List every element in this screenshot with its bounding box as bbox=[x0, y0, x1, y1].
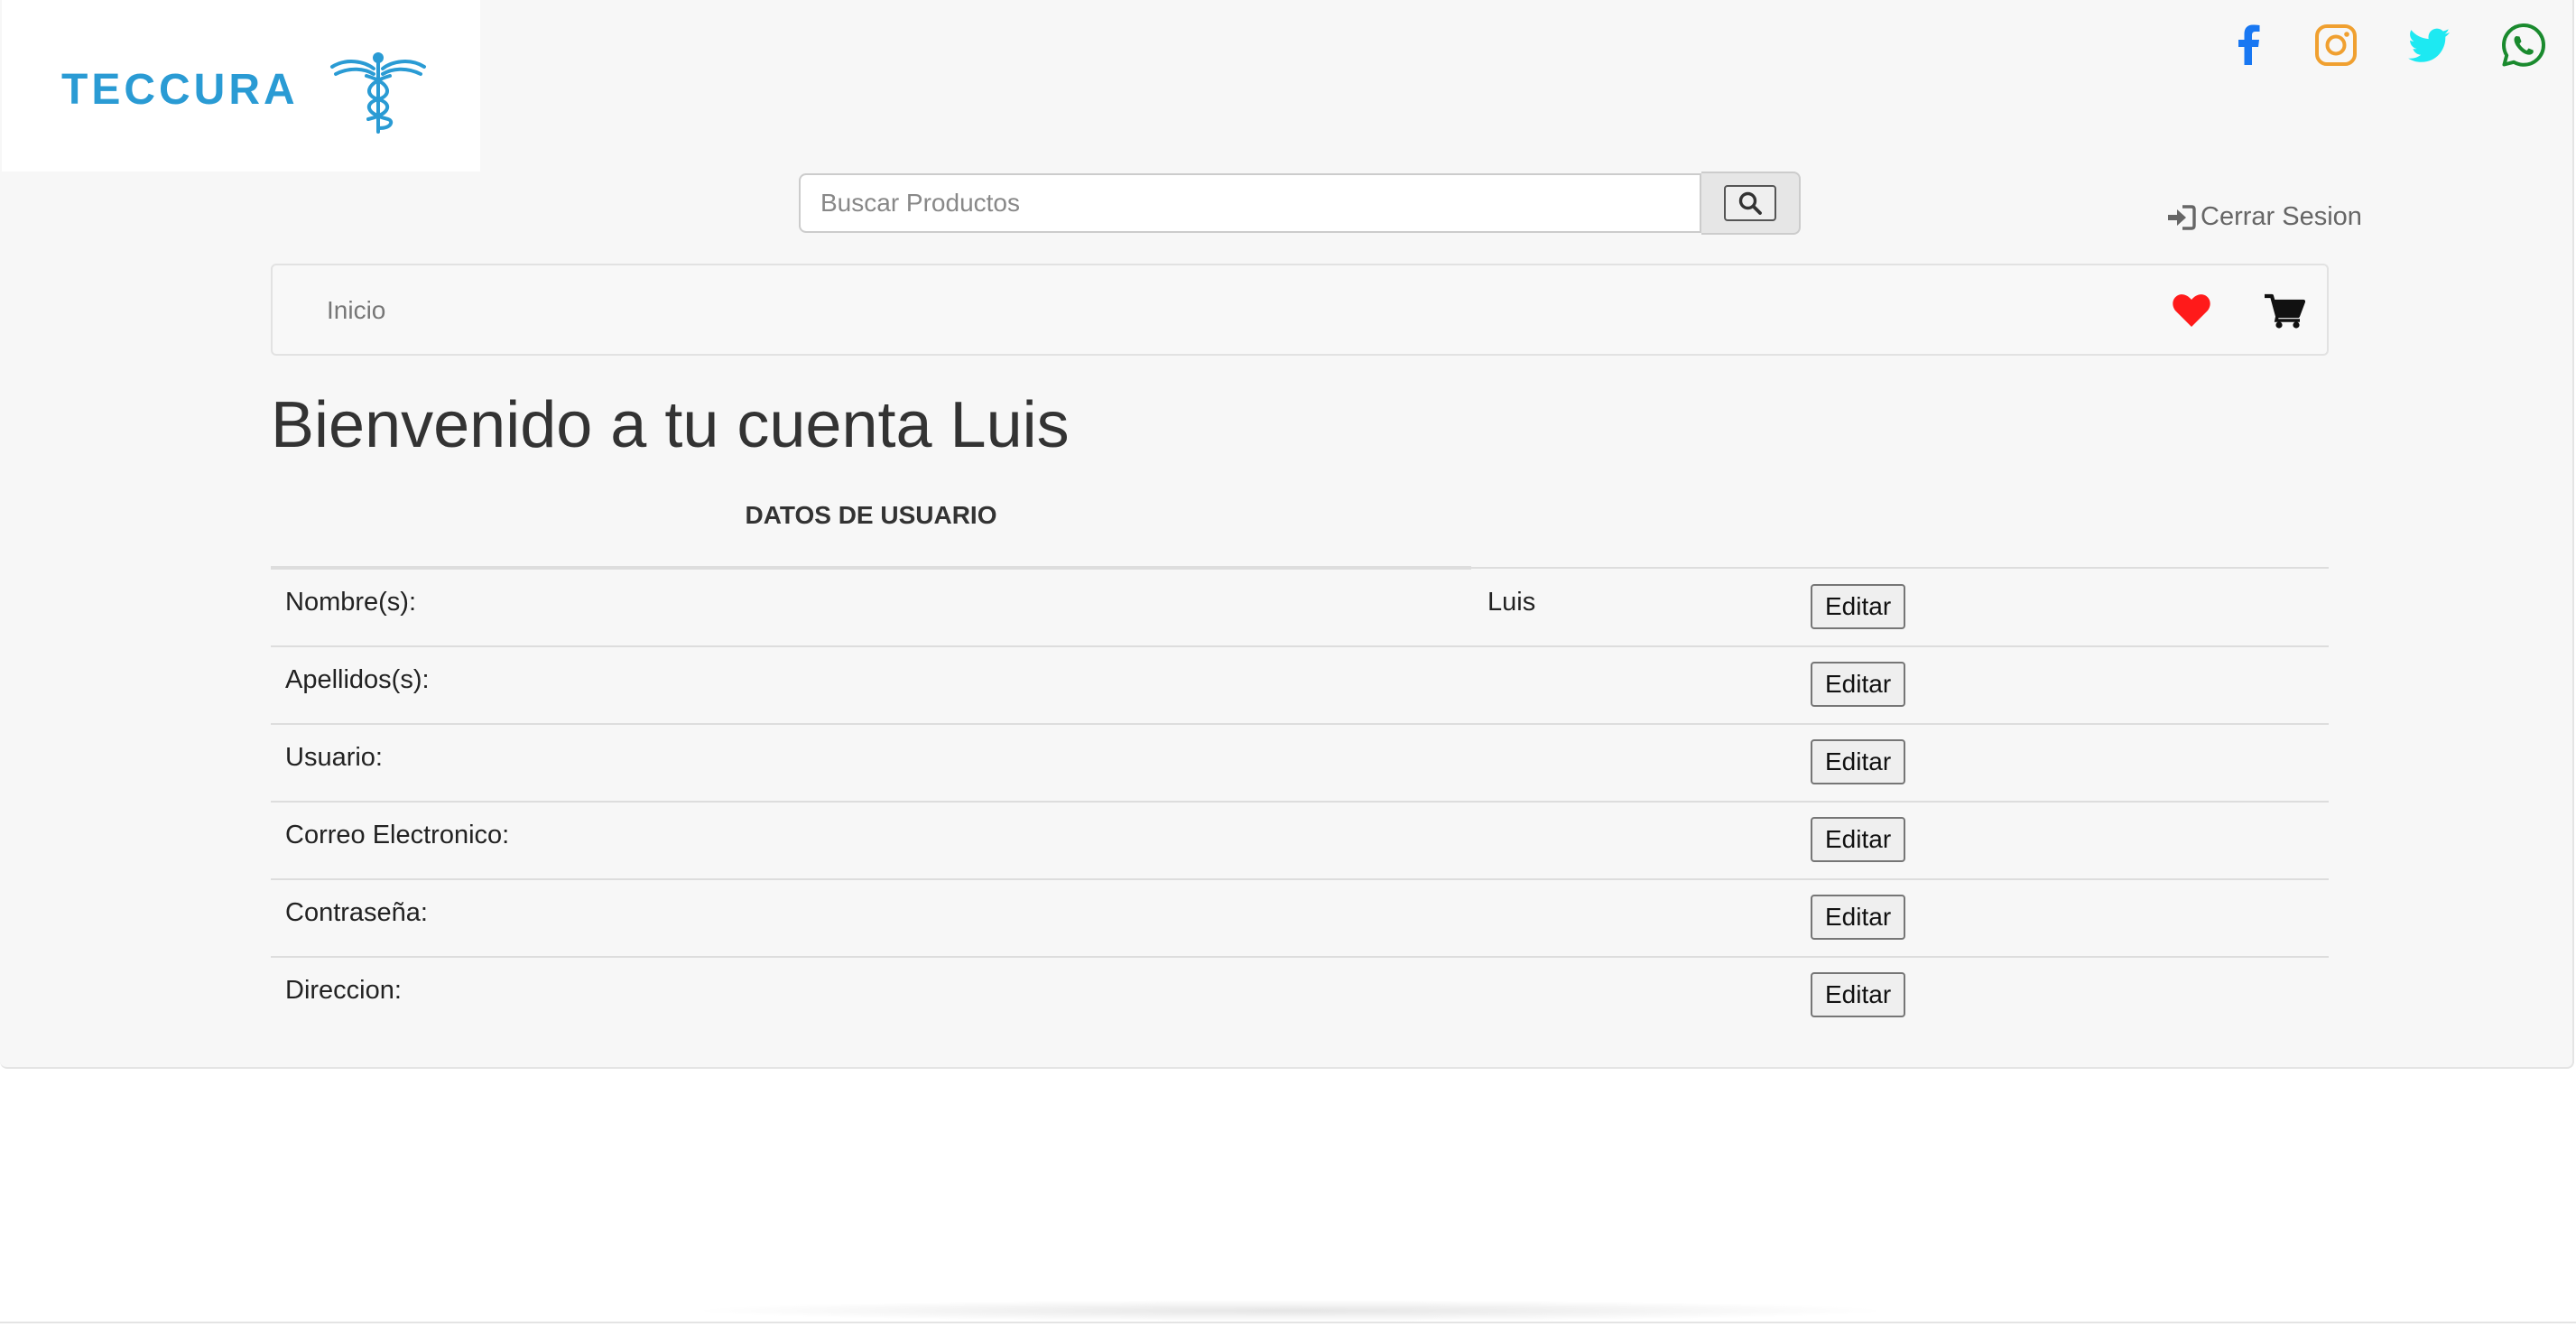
edit-nombre-button[interactable]: Editar bbox=[1811, 584, 1906, 629]
row-label: Correo Electronico: bbox=[285, 821, 510, 849]
footer-shadow bbox=[686, 1300, 1895, 1322]
search-icon bbox=[1738, 191, 1762, 215]
logo[interactable]: TECCURA bbox=[2, 0, 480, 172]
row-label: Apellidos(s): bbox=[285, 665, 430, 694]
table-row-apellidos: Apellidos(s): Editar bbox=[271, 647, 2329, 725]
edit-direccion-button[interactable]: Editar bbox=[1811, 972, 1906, 1017]
instagram-icon[interactable] bbox=[2311, 20, 2361, 70]
edit-usuario-button[interactable]: Editar bbox=[1811, 739, 1906, 784]
table-row-contrasena: Contraseña: Editar bbox=[271, 880, 2329, 958]
cart-icon[interactable] bbox=[2264, 292, 2305, 329]
search-button[interactable] bbox=[1701, 172, 1801, 235]
twitter-icon[interactable] bbox=[2405, 20, 2455, 70]
edit-correo-button[interactable]: Editar bbox=[1811, 817, 1906, 862]
table-row-nombre: Nombre(s): Luis Editar bbox=[271, 570, 2329, 647]
table-row-correo: Correo Electronico: Editar bbox=[271, 803, 2329, 880]
row-label: Direccion: bbox=[285, 976, 402, 1005]
row-label: Nombre(s): bbox=[285, 588, 417, 617]
footer-divider bbox=[0, 1322, 2576, 1323]
edit-contrasena-button[interactable]: Editar bbox=[1811, 895, 1906, 940]
logout-label: Cerrar Sesion bbox=[2201, 202, 2362, 231]
user-data-table: Nombre(s): Luis Editar Apellidos(s): Edi… bbox=[271, 570, 2329, 1034]
caduceus-icon bbox=[330, 52, 426, 134]
sign-in-icon bbox=[2168, 204, 2196, 230]
search-bar bbox=[799, 172, 1801, 237]
logout-link[interactable]: Cerrar Sesion bbox=[2166, 202, 2362, 232]
facebook-icon[interactable] bbox=[2224, 20, 2275, 70]
user-data-heading: DATOS DE USUARIO bbox=[745, 501, 997, 529]
row-value: Luis bbox=[1487, 588, 1536, 617]
row-label: Usuario: bbox=[285, 743, 383, 772]
edit-apellidos-button[interactable]: Editar bbox=[1811, 662, 1906, 707]
table-row-direccion: Direccion: Editar bbox=[271, 958, 2329, 1034]
search-button-frame bbox=[1724, 185, 1776, 221]
whatsapp-icon[interactable] bbox=[2498, 20, 2549, 70]
logo-text: TECCURA bbox=[61, 66, 299, 114]
table-row-usuario: Usuario: Editar bbox=[271, 725, 2329, 803]
heart-icon[interactable] bbox=[2172, 292, 2211, 329]
nav-item-inicio[interactable]: Inicio bbox=[327, 296, 385, 325]
navbar: Inicio bbox=[271, 264, 2329, 356]
row-label: Contraseña: bbox=[285, 898, 428, 927]
search-input[interactable] bbox=[799, 173, 1701, 233]
table-header-divider bbox=[1471, 567, 2329, 569]
page-title: Bienvenido a tu cuenta Luis bbox=[271, 389, 1070, 461]
